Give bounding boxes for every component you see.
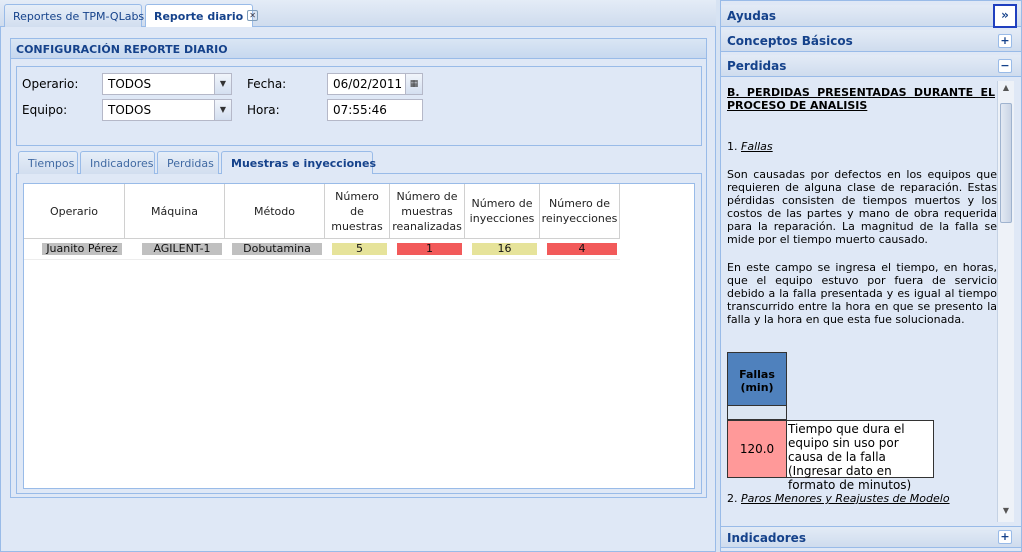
collapse-panel-button[interactable]: » — [993, 4, 1017, 28]
item2-number: 2. — [727, 492, 738, 505]
item1-title[interactable]: Fallas — [741, 140, 773, 153]
config-title: CONFIGURACIÓN REPORTE DIARIO — [11, 39, 706, 59]
operario-combo[interactable]: TODOS ▼ — [102, 73, 232, 95]
hora-label: Hora: — [247, 103, 280, 117]
fallas-table-desc: Tiempo que dura el equipo sin uso por ca… — [787, 420, 934, 492]
data-grid: Operario Máquina Método Número de muestr… — [23, 183, 695, 489]
calendar-icon[interactable]: ▦ — [405, 74, 422, 94]
help-paragraph-2: En este campo se ingresa el tiempo, en h… — [727, 261, 997, 326]
equipo-label: Equipo: — [22, 103, 68, 117]
scrollbar-thumb[interactable] — [1000, 103, 1012, 223]
scroll-up-icon[interactable]: ▲ — [999, 83, 1013, 95]
fecha-field[interactable]: 06/02/2011 ▦ — [327, 73, 423, 95]
expand-icon[interactable]: + — [998, 530, 1012, 544]
tab-perdidas[interactable]: Perdidas — [157, 151, 219, 174]
fallas-table-header: Fallas (min) — [727, 352, 787, 406]
cell-metodo: Dobutamina — [232, 243, 322, 255]
column-header-muestras[interactable]: Número de muestras — [325, 184, 390, 239]
cell-maquina: AGILENT-1 — [142, 243, 222, 255]
help-paragraph-1: Son causadas por defectos en los equipos… — [727, 168, 997, 246]
help-title-text: Ayudas — [727, 9, 777, 23]
tab-label: Muestras e inyecciones — [231, 157, 376, 170]
tab-label: Indicadores — [90, 157, 154, 170]
chevron-down-icon[interactable]: ▼ — [214, 74, 231, 94]
hora-field[interactable]: 07:55:46 — [327, 99, 423, 121]
fallas-table-value: 120.0 — [727, 420, 787, 478]
column-header-operario[interactable]: Operario — [24, 184, 125, 239]
equipo-combo[interactable]: TODOS ▼ — [102, 99, 232, 121]
accordion-indicadores[interactable]: Indicadores — [721, 526, 1021, 548]
column-header-reinyecciones[interactable]: Número de reinyecciones — [540, 184, 620, 239]
fecha-value: 06/02/2011 — [333, 77, 403, 91]
cell-operario: Juanito Pérez — [42, 243, 122, 255]
tab-label: Reporte diario — [154, 10, 244, 23]
collapse-icon[interactable]: − — [998, 59, 1012, 73]
tab-label: Perdidas — [167, 157, 214, 170]
fecha-label: Fecha: — [247, 77, 287, 91]
operario-label: Operario: — [22, 77, 79, 91]
item2-title[interactable]: Paros Menores y Reajustes de Modelo — [741, 492, 950, 505]
cell-reinyecciones: 4 — [547, 243, 617, 255]
operario-value: TODOS — [108, 77, 152, 91]
accordion-label: Perdidas — [727, 59, 787, 73]
fallas-table-spacer — [727, 406, 787, 420]
accordion-label: Indicadores — [727, 531, 806, 545]
column-header-inyecciones[interactable]: Número de inyecciones — [465, 184, 540, 239]
tab-tiempos[interactable]: Tiempos — [18, 151, 78, 174]
column-header-metodo[interactable]: Método — [225, 184, 325, 239]
cell-inyecciones: 16 — [472, 243, 537, 255]
help-scrollbar[interactable]: ▲ ▼ — [997, 81, 1014, 522]
column-header-reanalizadas[interactable]: Número de muestras reanalizadas — [390, 184, 465, 239]
help-panel-title: Ayudas — [721, 5, 1021, 27]
item1-number: 1. — [727, 140, 738, 153]
chevron-down-icon[interactable]: ▼ — [214, 100, 231, 120]
accordion-label: Conceptos Básicos — [727, 34, 853, 48]
tab-muestras-inyecciones[interactable]: Muestras e inyecciones — [221, 151, 376, 175]
tab-indicadores[interactable]: Indicadores — [80, 151, 155, 174]
cell-reanalizadas: 1 — [397, 243, 462, 255]
tab-reportes-tpm[interactable]: Reportes de TPM-QLabs — [4, 4, 145, 27]
tab-label: Reportes de TPM-QLabs — [13, 10, 145, 23]
cell-muestras: 5 — [332, 243, 387, 255]
column-header-maquina[interactable]: Máquina — [125, 184, 225, 239]
scroll-down-icon[interactable]: ▼ — [999, 506, 1013, 518]
help-item1: 1. Fallas — [727, 140, 995, 153]
tab-label: Tiempos — [28, 157, 75, 170]
close-icon[interactable]: ✕ — [247, 10, 259, 21]
equipo-value: TODOS — [108, 103, 152, 117]
help-heading: B. PERDIDAS PRESENTADAS DURANTE EL PROCE… — [727, 86, 995, 112]
help-item2: 2. Paros Menores y Reajustes de Modelo — [727, 492, 995, 505]
accordion-conceptos[interactable]: Conceptos Básicos — [721, 30, 1021, 52]
accordion-perdidas[interactable]: Perdidas — [721, 55, 1021, 77]
expand-icon[interactable]: + — [998, 34, 1012, 48]
help-content: B. PERDIDAS PRESENTADAS DURANTE EL PROCE… — [723, 78, 1019, 522]
tab-reporte-diario[interactable]: Reporte diario ✕ — [145, 4, 259, 28]
hora-value: 07:55:46 — [333, 103, 387, 117]
